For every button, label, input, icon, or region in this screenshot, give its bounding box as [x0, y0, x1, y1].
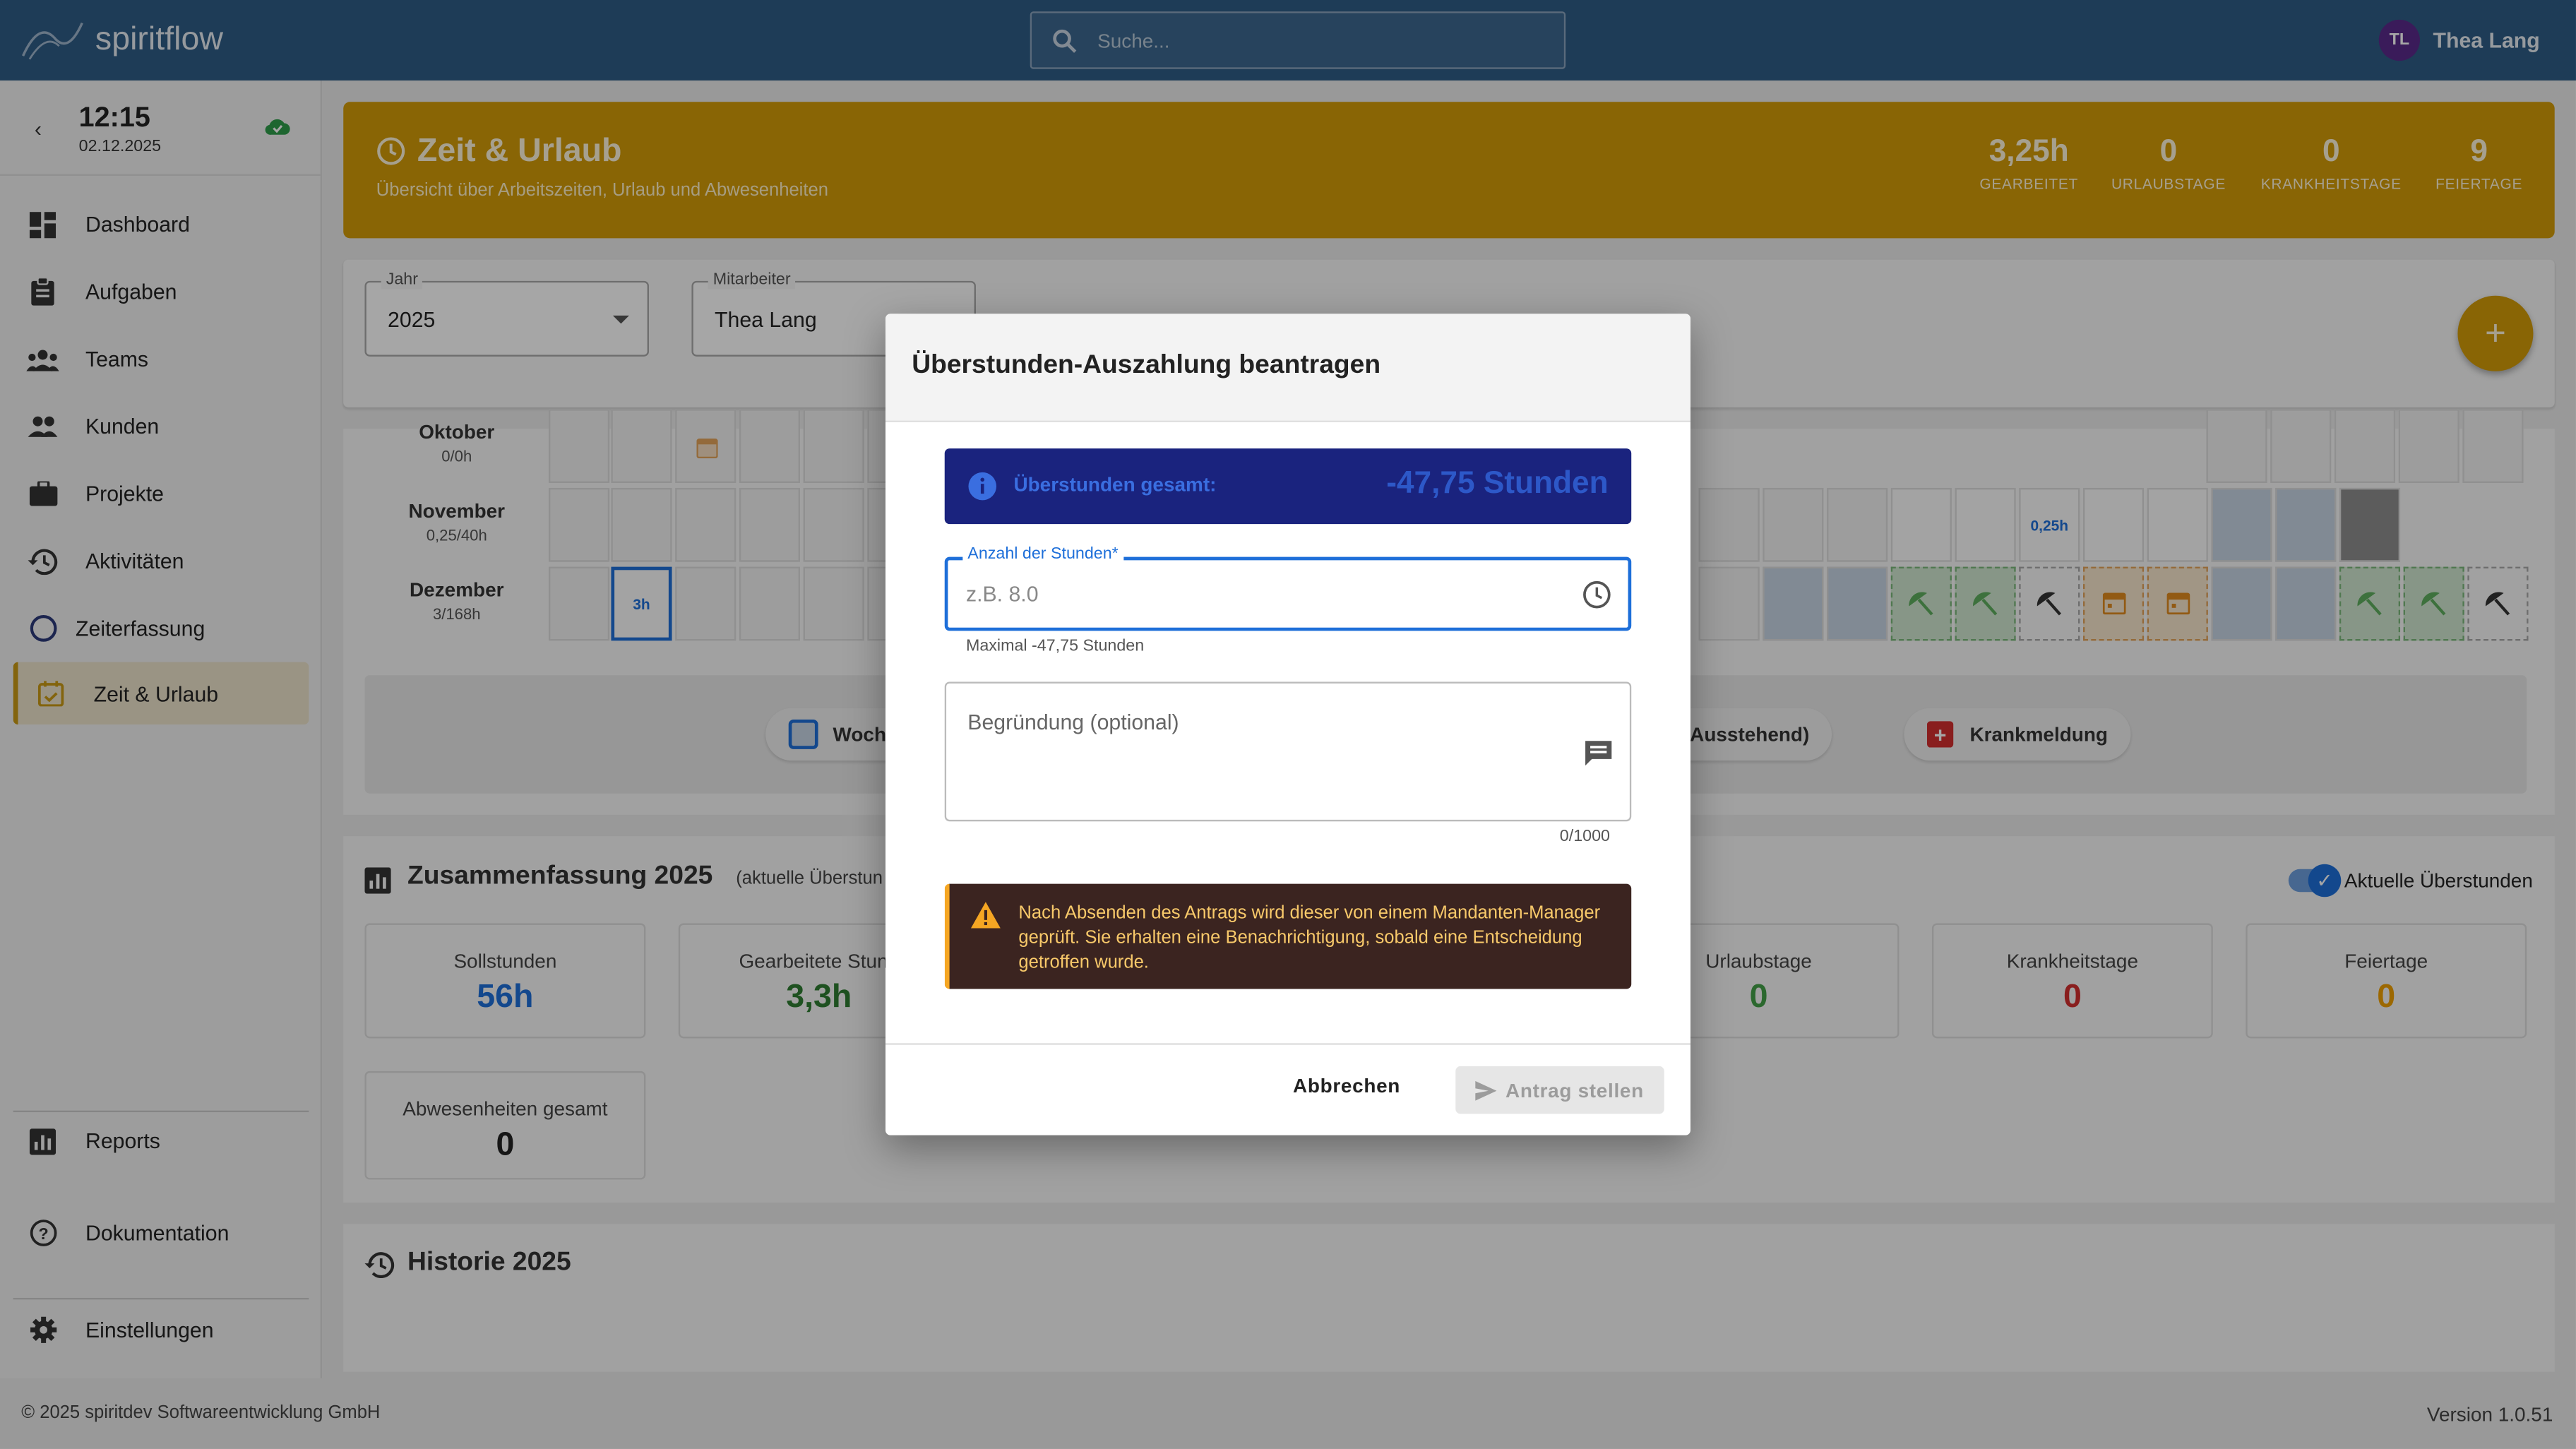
hours-helper-text: Maximal -47,75 Stunden [965, 637, 1145, 656]
char-counter: 0/1000 [1559, 828, 1610, 847]
submit-label: Antrag stellen [1505, 1078, 1644, 1102]
warning-icon [970, 902, 1001, 929]
reason-placeholder: Begründung (optional) [967, 710, 1179, 734]
hours-label: Anzahl der Stunden* [962, 545, 1123, 564]
hours-input[interactable]: Anzahl der Stunden* z.B. 8.0 [944, 545, 1632, 631]
submit-button[interactable]: Antrag stellen [1455, 1066, 1664, 1114]
clock-icon [1583, 580, 1611, 609]
warning-text: Nach Absenden des Antrags wird dieser vo… [1018, 903, 1601, 973]
dialog-actions: Abbrechen Antrag stellen [885, 1043, 1690, 1135]
info-value: -47,75 Stunden [1386, 466, 1609, 501]
send-icon [1476, 1080, 1498, 1100]
overtime-info-box: Überstunden gesamt: -47,75 Stunden [944, 448, 1632, 525]
dialog-header: Überstunden-Auszahlung beantragen [885, 314, 1690, 422]
overtime-payout-dialog: Überstunden-Auszahlung beantragen Überst… [885, 314, 1690, 1135]
dialog-title: Überstunden-Auszahlung beantragen [912, 351, 1381, 380]
hours-placeholder: z.B. 8.0 [965, 581, 1039, 607]
info-icon [968, 472, 997, 501]
comment-icon [1585, 741, 1612, 766]
warning-alert: Nach Absenden des Antrags wird dieser vo… [944, 883, 1632, 989]
cancel-button[interactable]: Abbrechen [1293, 1075, 1400, 1098]
reason-textarea[interactable]: Begründung (optional) [944, 681, 1632, 822]
info-label: Überstunden gesamt: [1013, 473, 1217, 496]
